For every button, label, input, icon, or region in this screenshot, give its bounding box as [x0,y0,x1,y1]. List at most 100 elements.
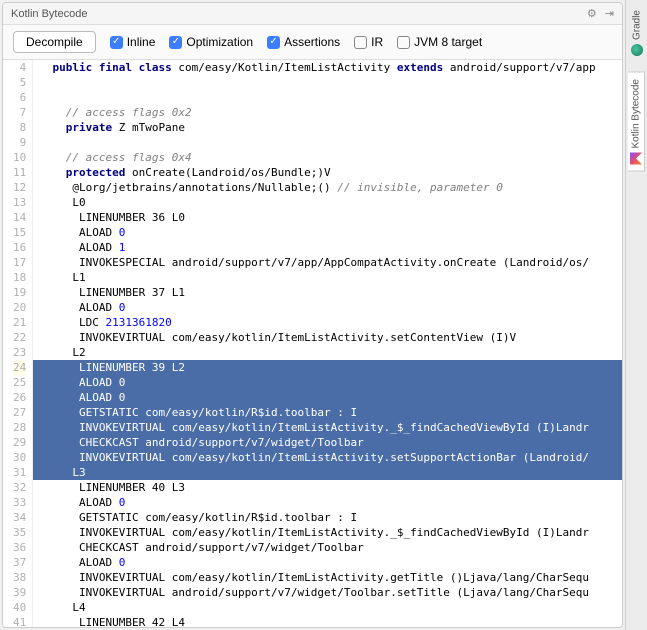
code-line[interactable] [33,75,622,90]
code-line[interactable]: ALOAD 0 [33,225,622,240]
checkbox-icon[interactable] [354,36,367,49]
code-line[interactable]: protected onCreate(Landroid/os/Bundle;)V [33,165,622,180]
toolbar: Decompile Inline Optimization Assertions IR… [3,25,622,60]
minimize-icon[interactable]: ⇥ [605,7,614,20]
line-number: 12 [13,180,26,195]
code-line[interactable]: ALOAD 0 [33,375,622,390]
line-number: 24 [13,360,26,375]
code-line[interactable]: INVOKEVIRTUAL com/easy/kotlin/ItemListAc… [33,420,622,435]
line-number: 14 [13,210,26,225]
code-line[interactable]: // access flags 0x2 [33,105,622,120]
code-line[interactable]: INVOKESPECIAL android/support/v7/app/App… [33,255,622,270]
side-tool-tabs: Gradle Kotlin Bytecode [625,0,647,630]
code-line[interactable]: LINENUMBER 40 L3 [33,480,622,495]
check-assertions[interactable]: Assertions [267,35,340,49]
line-number: 38 [13,570,26,585]
kotlin-icon [630,153,642,165]
code-line[interactable]: LINENUMBER 39 L2 [33,360,622,375]
checkbox-label: Optimization [186,35,253,49]
code-line[interactable]: ALOAD 1 [33,240,622,255]
line-number: 35 [13,525,26,540]
line-number: 41 [13,615,26,627]
line-number: 11 [13,165,26,180]
check-jvm-8-target[interactable]: JVM 8 target [397,35,482,49]
line-number: 25 [13,375,26,390]
code-line[interactable]: private Z mTwoPane [33,120,622,135]
line-number: 36 [13,540,26,555]
line-number: 7 [13,105,26,120]
line-number: 31 [13,465,26,480]
code-line[interactable]: INVOKEVIRTUAL com/easy/kotlin/ItemListAc… [33,525,622,540]
code-line[interactable]: L3 [33,465,622,480]
line-number: 22 [13,330,26,345]
line-number: 27 [13,405,26,420]
checkbox-icon[interactable] [267,36,280,49]
line-number: 20 [13,300,26,315]
checkbox-label: Assertions [284,35,340,49]
code-line[interactable]: LINENUMBER 37 L1 [33,285,622,300]
code-line[interactable]: CHECKCAST android/support/v7/widget/Tool… [33,540,622,555]
side-tab-label: Kotlin Bytecode [631,79,642,149]
line-number: 6 [13,90,26,105]
side-tab-kotlin-bytecode[interactable]: Kotlin Bytecode [628,72,645,172]
line-number: 18 [13,270,26,285]
code-line[interactable]: LDC 2131361820 [33,315,622,330]
code-line[interactable]: LINENUMBER 42 L4 [33,615,622,627]
title-bar: Kotlin Bytecode ⚙ ⇥ [3,3,622,25]
code-line[interactable]: ALOAD 0 [33,555,622,570]
code-line[interactable]: INVOKEVIRTUAL com/easy/kotlin/ItemListAc… [33,330,622,345]
code-area[interactable]: 4567891011121314151617181920212223242526… [3,60,622,627]
code-line[interactable]: ALOAD 0 [33,495,622,510]
code-line[interactable]: GETSTATIC com/easy/kotlin/R$id.toolbar :… [33,405,622,420]
code-line[interactable]: GETSTATIC com/easy/kotlin/R$id.toolbar :… [33,510,622,525]
panel-title: Kotlin Bytecode [11,8,87,20]
side-tab-label: Gradle [631,10,642,40]
code-line[interactable]: ALOAD 0 [33,390,622,405]
code-line[interactable]: @Lorg/jetbrains/annotations/Nullable;() … [33,180,622,195]
check-optimization[interactable]: Optimization [169,35,253,49]
line-number: 8 [13,120,26,135]
line-number: 17 [13,255,26,270]
code-line[interactable]: L2 [33,345,622,360]
decompile-button[interactable]: Decompile [13,31,96,53]
code-line[interactable] [33,90,622,105]
line-number: 26 [13,390,26,405]
code-line[interactable]: L1 [33,270,622,285]
check-ir[interactable]: IR [354,35,383,49]
code-line[interactable]: CHECKCAST android/support/v7/widget/Tool… [33,435,622,450]
code-line[interactable]: public final class com/easy/Kotlin/ItemL… [33,60,622,75]
line-number: 9 [13,135,26,150]
line-number: 23 [13,345,26,360]
checkbox-icon[interactable] [110,36,123,49]
line-number: 10 [13,150,26,165]
line-number: 30 [13,450,26,465]
line-number: 21 [13,315,26,330]
code-line[interactable] [33,135,622,150]
gear-icon[interactable]: ⚙ [587,7,597,20]
line-number: 13 [13,195,26,210]
code-line[interactable]: LINENUMBER 36 L0 [33,210,622,225]
code-line[interactable]: ALOAD 0 [33,300,622,315]
checkbox-label: JVM 8 target [414,35,482,49]
line-number: 4 [13,60,26,75]
line-number: 5 [13,75,26,90]
gradle-icon [631,44,643,56]
code-line[interactable]: L4 [33,600,622,615]
code-line[interactable]: INVOKEVIRTUAL com/easy/kotlin/ItemListAc… [33,450,622,465]
code-line[interactable]: INVOKEVIRTUAL com/easy/kotlin/ItemListAc… [33,570,622,585]
line-number: 32 [13,480,26,495]
check-inline[interactable]: Inline [110,35,156,49]
bytecode-tool-window: Kotlin Bytecode ⚙ ⇥ Decompile Inline Opti… [2,2,623,628]
code-line[interactable]: // access flags 0x4 [33,150,622,165]
line-number: 19 [13,285,26,300]
side-tab-gradle[interactable]: Gradle [629,4,645,62]
line-number: 39 [13,585,26,600]
checkbox-icon[interactable] [169,36,182,49]
code-line[interactable]: INVOKEVIRTUAL android/support/v7/widget/… [33,585,622,600]
line-number: 33 [13,495,26,510]
line-number: 29 [13,435,26,450]
code-line[interactable]: L0 [33,195,622,210]
checkbox-label: Inline [127,35,156,49]
code-lines[interactable]: public final class com/easy/Kotlin/ItemL… [33,60,622,627]
checkbox-icon[interactable] [397,36,410,49]
